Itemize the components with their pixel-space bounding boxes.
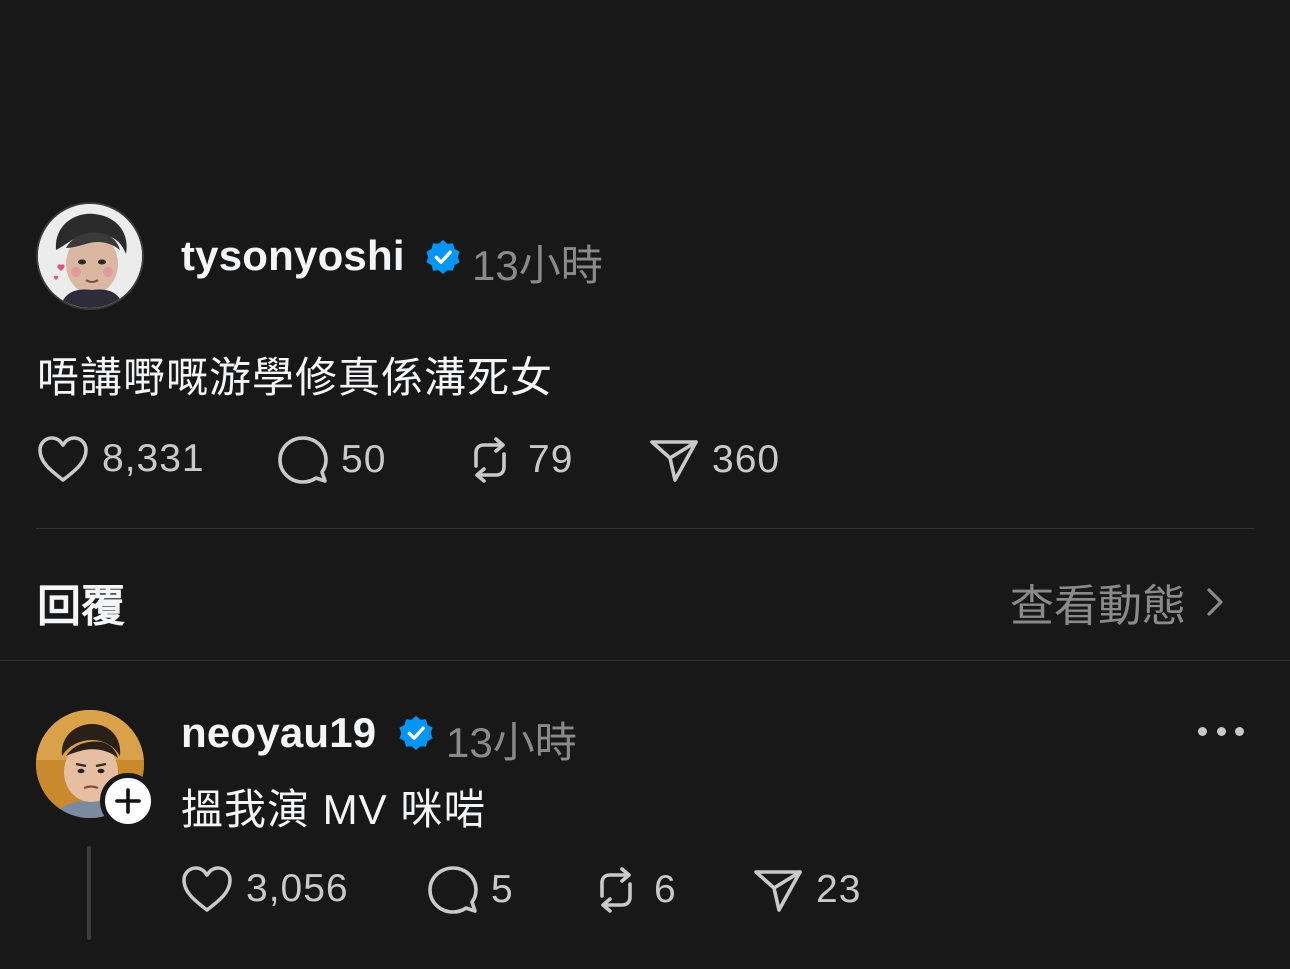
post-text: 唔講嘢嘅游學修真係溝死女 (37, 354, 554, 401)
thread-line (87, 846, 91, 940)
reply-timestamp: 13小時 (446, 719, 577, 766)
reply-username[interactable]: neoyau19 (181, 709, 376, 757)
verified-icon (424, 238, 462, 281)
post-author-avatar[interactable] (36, 202, 144, 310)
more-icon-dot (1235, 726, 1244, 736)
like-button[interactable]: 8,331 (36, 434, 205, 484)
heart-icon (38, 436, 88, 482)
share-button[interactable]: 23 (752, 864, 861, 916)
comment-count: 50 (341, 438, 387, 481)
comment-icon (428, 866, 478, 914)
more-icon-dot (1216, 726, 1226, 736)
comment-icon (278, 436, 328, 484)
divider (36, 528, 1254, 529)
post-username[interactable]: tysonyoshi (181, 232, 405, 280)
repost-count: 6 (654, 868, 677, 911)
view-activity-link[interactable]: 查看動態 (1010, 570, 1226, 634)
share-icon (650, 440, 698, 482)
like-button[interactable]: 3,056 (180, 864, 349, 914)
repost-icon (600, 867, 632, 913)
repost-button[interactable]: 79 (464, 434, 573, 486)
chevron-right-icon (1207, 588, 1223, 616)
more-icon-dot (1198, 726, 1207, 736)
share-icon (754, 870, 802, 912)
comment-button[interactable]: 5 (427, 864, 514, 916)
like-count: 3,056 (246, 867, 349, 910)
post-timestamp: 13小時 (472, 242, 603, 289)
repost-count: 79 (528, 438, 574, 481)
replies-label: 回覆 (37, 582, 125, 631)
comment-count: 5 (491, 868, 514, 911)
repost-icon (474, 437, 506, 483)
comment-button[interactable]: 50 (277, 434, 386, 486)
follow-button[interactable] (100, 773, 156, 829)
heart-icon (182, 866, 232, 912)
share-count: 360 (712, 438, 781, 481)
verified-icon (397, 714, 435, 757)
plus-icon (115, 788, 141, 814)
like-count: 8,331 (102, 437, 205, 480)
reply-text: 搵我演 MV 咪啱 (181, 786, 487, 833)
repost-button[interactable]: 6 (590, 864, 677, 916)
share-count: 23 (816, 868, 862, 911)
view-activity-label: 查看動態 (1010, 582, 1186, 631)
share-button[interactable]: 360 (648, 434, 780, 486)
more-options-button[interactable] (1198, 718, 1244, 744)
divider (0, 660, 1290, 661)
